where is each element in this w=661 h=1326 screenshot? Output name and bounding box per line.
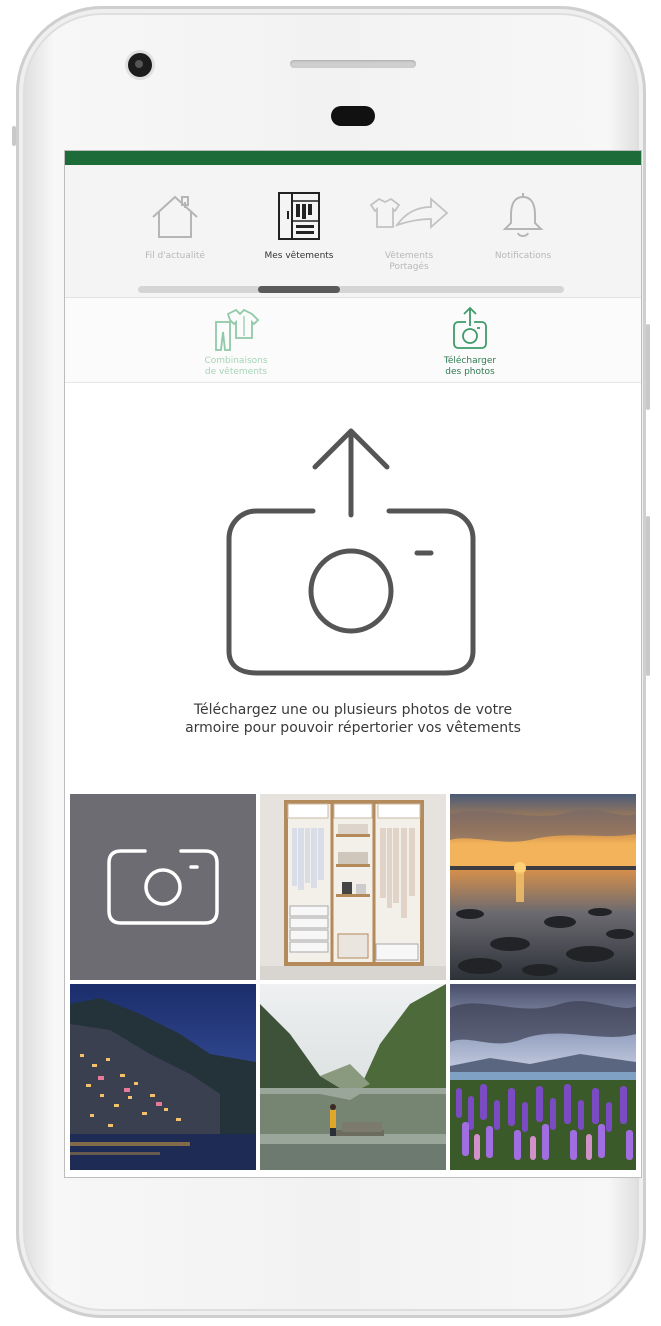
house-icon <box>152 195 198 238</box>
take-photo-tile[interactable] <box>70 794 256 980</box>
camera-upload-icon <box>453 306 487 349</box>
camera-icon <box>107 849 219 925</box>
subtab-outfits-label-line2: de vêtements <box>204 367 268 377</box>
mountain-lake-photo <box>260 984 446 1170</box>
upload-instructions-line2: armoire pour pouvoir répertorier vos vêt… <box>185 720 521 736</box>
nav-item-feed[interactable]: Fil d'actualité <box>115 191 235 262</box>
front-camera <box>128 53 152 77</box>
proximity-sensor <box>331 106 375 126</box>
photo-tile-mountain-lake[interactable] <box>260 984 446 1170</box>
nav-scrollbar[interactable] <box>138 286 564 293</box>
coastal-village-photo <box>70 984 256 1170</box>
nav-label-my-clothes: Mes vêtements <box>264 251 334 261</box>
photo-tile-wardrobe[interactable] <box>260 794 446 980</box>
subtab-upload-label: Télécharger des photos <box>395 356 545 378</box>
power-button <box>646 324 650 410</box>
upload-hero[interactable]: Téléchargez une ou plusieurs photos de v… <box>65 383 641 791</box>
photo-tile-lupin-field[interactable] <box>450 984 636 1170</box>
upload-instructions: Téléchargez une ou plusieurs photos de v… <box>65 701 641 737</box>
speaker-grille <box>290 60 416 68</box>
nav-label-shared-clothes: Vêtements Portagés <box>384 251 434 272</box>
subtab-upload-photos[interactable]: Télécharger des photos <box>395 306 545 378</box>
subtab-outfits-label-line1: Combinaisons <box>204 356 268 366</box>
nav-label-notifications: Notifications <box>494 251 552 261</box>
sunset-lake-photo <box>450 794 636 980</box>
sub-tabs: Combinaisons de vêtements Télécharger de… <box>65 298 641 383</box>
side-button <box>12 126 16 146</box>
nav-label-feed: Fil d'actualité <box>145 251 205 261</box>
app-screen: Fil d'actualité Mes vêtements Vêtements … <box>64 150 642 1178</box>
share-clothes-icon <box>369 197 449 229</box>
nav-item-shared-clothes[interactable]: Vêtements Portagés <box>349 191 469 273</box>
subtab-upload-label-line2: des photos <box>445 367 495 377</box>
photo-gallery <box>70 794 636 1172</box>
phone-frame: Fil d'actualité Mes vêtements Vêtements … <box>12 6 650 1318</box>
wardrobe-photo <box>260 794 446 980</box>
top-navigation: Fil d'actualité Mes vêtements Vêtements … <box>65 165 641 298</box>
volume-button <box>646 516 650 676</box>
bell-icon <box>502 193 544 237</box>
subtab-outfits[interactable]: Combinaisons de vêtements <box>161 306 311 378</box>
nav-scrollbar-thumb[interactable] <box>258 286 340 293</box>
subtab-upload-label-line1: Télécharger <box>443 356 497 366</box>
outfit-icon <box>215 308 260 351</box>
status-bar <box>65 151 641 165</box>
subtab-outfits-label: Combinaisons de vêtements <box>161 356 311 378</box>
camera-upload-large-icon <box>226 428 476 676</box>
nav-item-notifications[interactable]: Notifications <box>463 191 583 262</box>
upload-instructions-line1: Téléchargez une ou plusieurs photos de v… <box>193 702 513 718</box>
wardrobe-icon <box>278 192 320 240</box>
nav-item-my-clothes[interactable]: Mes vêtements <box>239 191 359 262</box>
photo-tile-sunset-lake[interactable] <box>450 794 636 980</box>
lupin-field-photo <box>450 984 636 1170</box>
photo-tile-coastal-village[interactable] <box>70 984 256 1170</box>
